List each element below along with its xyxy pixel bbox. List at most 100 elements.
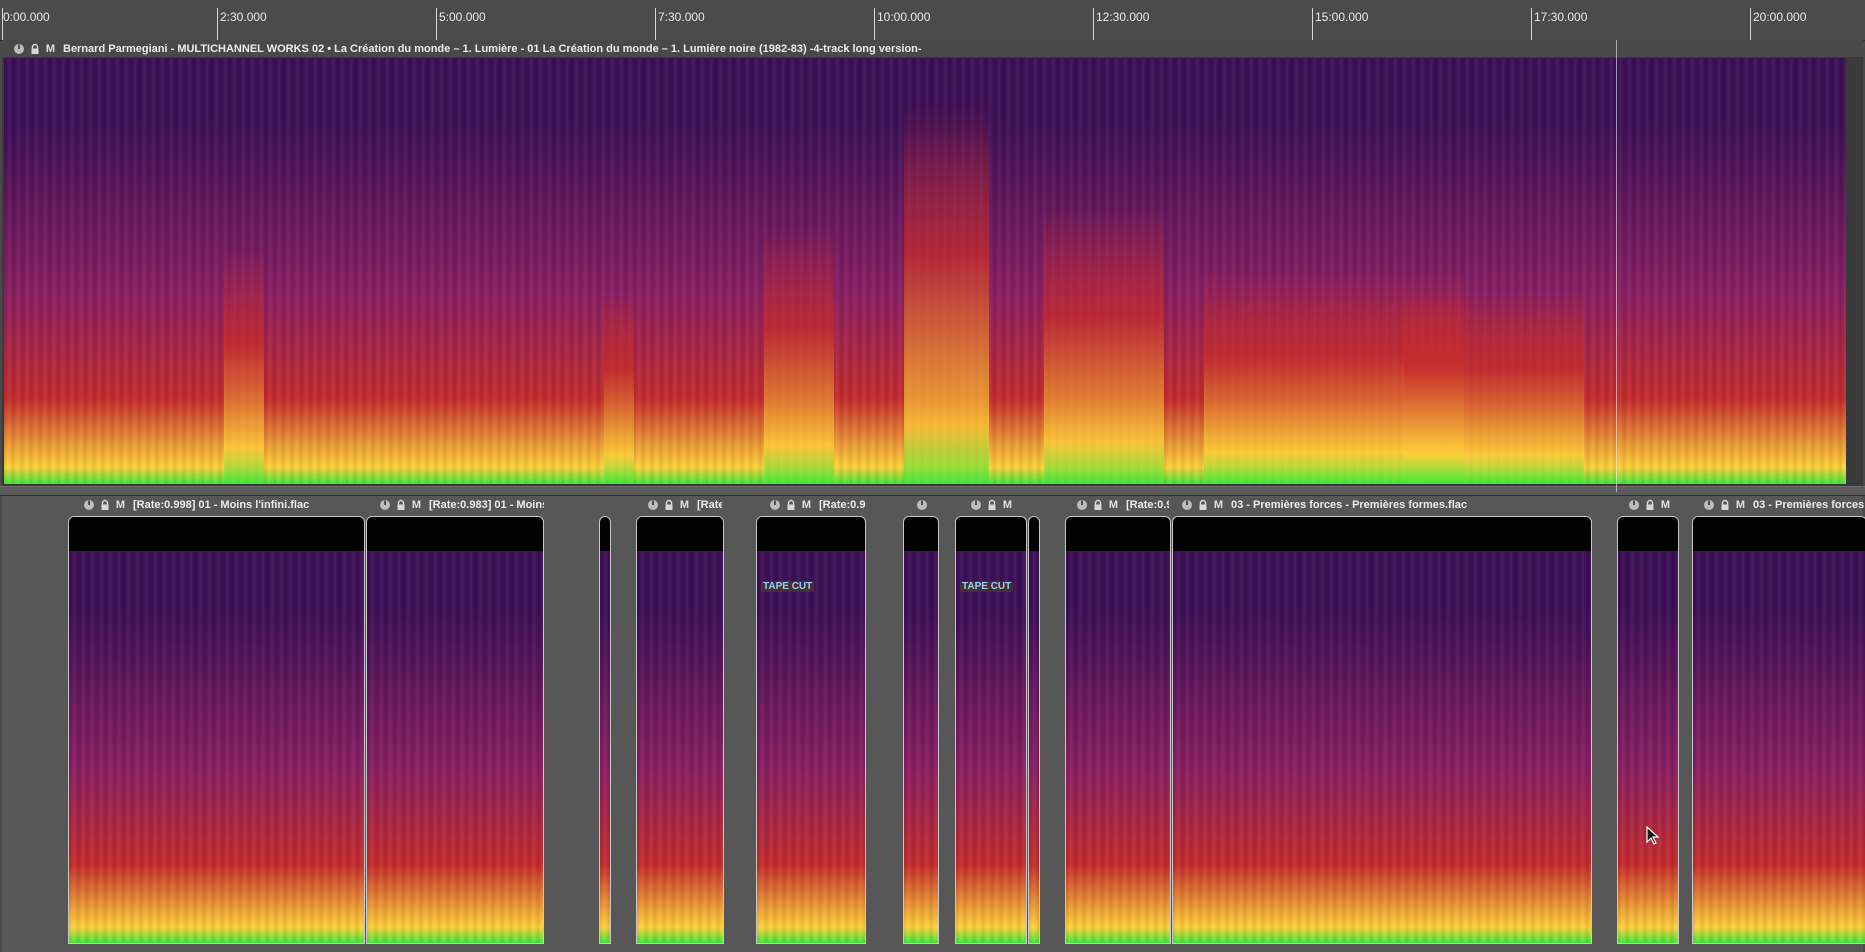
mute-button[interactable]: M (114, 498, 127, 511)
volume-knob-icon[interactable] (915, 498, 928, 511)
ruler-tick (655, 8, 656, 40)
audio-clip[interactable] (1617, 516, 1679, 944)
clip-blank (757, 517, 865, 551)
lock-icon[interactable] (98, 498, 111, 511)
item-header[interactable]: M Bernard Parmegiani - MULTICHANNEL WORK… (2, 40, 1863, 57)
clip-header[interactable]: M [Rate:0.983] 01 - Moins (368, 496, 544, 513)
track-divider[interactable] (0, 486, 1865, 496)
ruler-tick (874, 8, 875, 40)
lock-icon[interactable] (662, 498, 675, 511)
mute-button[interactable]: M (1734, 498, 1747, 511)
mouse-cursor-icon (1646, 826, 1660, 845)
clip-header[interactable]: M (1617, 496, 1679, 513)
volume-knob-icon[interactable] (1180, 498, 1193, 511)
volume-knob-icon[interactable] (1702, 498, 1715, 511)
mute-button[interactable]: M (44, 42, 57, 55)
audio-clip[interactable] (68, 516, 365, 944)
clip-spectrogram (956, 551, 1026, 943)
mute-button[interactable]: M (800, 498, 813, 511)
edit-cursor[interactable] (1616, 40, 1617, 492)
audio-clip[interactable] (1172, 516, 1592, 944)
audio-clip[interactable]: TAPE CUT (756, 516, 866, 944)
track-2[interactable]: M [Rate:0.998] 01 - Moins l'infini.flac … (2, 496, 1865, 952)
spectrogram[interactable] (4, 58, 1846, 484)
ruler-tick (1531, 8, 1532, 40)
clip-header[interactable]: M [Rate:0.9 (1065, 496, 1169, 513)
lock-icon[interactable] (784, 498, 797, 511)
clip-spectrogram (637, 551, 723, 943)
clip-blank (1618, 517, 1678, 551)
lock-icon[interactable] (28, 42, 41, 55)
clip-header[interactable]: M 03 - Premières forces (1692, 496, 1865, 513)
lock-icon[interactable] (1196, 498, 1209, 511)
audio-clip[interactable] (1028, 516, 1040, 944)
clip-title: 03 - Premières forces (1753, 498, 1865, 511)
track-1[interactable]: M Bernard Parmegiani - MULTICHANNEL WORK… (2, 40, 1863, 486)
clip-header[interactable]: M [Rate:0.998] 01 - Moins l'infini.flac (72, 496, 362, 513)
clip-spectrogram (1173, 551, 1591, 943)
clip-spectrogram (1693, 551, 1865, 943)
spectrogram-burst (224, 249, 264, 484)
volume-knob-icon[interactable] (378, 498, 391, 511)
ruler-tick-label: 12:30.000 (1096, 10, 1150, 24)
volume-knob-icon[interactable] (646, 498, 659, 511)
mute-button[interactable]: M (1212, 498, 1225, 511)
clip-title: [Rate:0.9 (1126, 498, 1169, 511)
ruler-tick (436, 8, 437, 40)
ruler-tick-label: 5:00.000 (439, 10, 486, 24)
clip-blank (1029, 517, 1039, 551)
clip-spectrogram (1029, 551, 1039, 943)
clip-blank (1066, 517, 1170, 551)
clip-header[interactable]: M (959, 496, 1025, 513)
volume-knob-icon[interactable] (82, 498, 95, 511)
clip-header[interactable] (905, 496, 939, 513)
item-title: Bernard Parmegiani - MULTICHANNEL WORKS … (63, 42, 922, 55)
clip-blank (956, 517, 1026, 551)
clip-header[interactable]: M 03 - Premières forces - Premières form… (1170, 496, 1590, 513)
ruler-tick-label: 15:00.000 (1315, 10, 1369, 24)
volume-knob-icon[interactable] (969, 498, 982, 511)
timeline-ruler[interactable]: 0:00.000 2:30.000 5:00.000 7:30.000 10:0… (0, 0, 1865, 41)
mute-button[interactable]: M (678, 498, 691, 511)
clip-spectrogram (757, 551, 865, 943)
ruler-tick (1750, 8, 1751, 40)
audio-clip[interactable]: TAPE CUT (955, 516, 1027, 944)
ruler-tick-label: 10:00.000 (877, 10, 931, 24)
mute-button[interactable]: M (1659, 498, 1672, 511)
audio-clip[interactable] (903, 516, 939, 944)
ruler-tick (217, 8, 218, 40)
lock-icon[interactable] (394, 498, 407, 511)
spectrogram-burst (1404, 292, 1584, 484)
lock-icon[interactable] (1091, 498, 1104, 511)
volume-knob-icon[interactable] (1627, 498, 1640, 511)
clip-header[interactable]: M [Rate:0.9 (758, 496, 866, 513)
clip-header[interactable]: M [Rate (636, 496, 722, 513)
tape-cut-marker[interactable]: TAPE CUT (960, 581, 1014, 592)
clip-blank (600, 517, 610, 551)
clip-spectrogram (367, 551, 543, 943)
volume-knob-icon[interactable] (768, 498, 781, 511)
mute-button[interactable]: M (410, 498, 423, 511)
ruler-tick (1093, 8, 1094, 40)
clip-blank (1693, 517, 1865, 551)
clip-blank (1173, 517, 1591, 551)
audio-clip[interactable] (636, 516, 724, 944)
clip-title: [Rate (697, 498, 722, 511)
clip-spectrogram (69, 551, 364, 943)
volume-knob-icon[interactable] (12, 42, 25, 55)
spectrogram-burst (1044, 207, 1164, 484)
audio-clip[interactable] (599, 516, 611, 944)
tape-cut-marker[interactable]: TAPE CUT (761, 581, 815, 592)
clip-title: [Rate:0.983] 01 - Moins (429, 498, 544, 511)
mute-button[interactable]: M (1001, 498, 1014, 511)
lock-icon[interactable] (1718, 498, 1731, 511)
clip-spectrogram (1066, 551, 1170, 943)
mute-button[interactable]: M (1107, 498, 1120, 511)
lock-icon[interactable] (1643, 498, 1656, 511)
audio-clip[interactable] (1065, 516, 1171, 944)
clip-title: [Rate:0.9 (819, 498, 866, 511)
audio-clip[interactable] (366, 516, 544, 944)
lock-icon[interactable] (985, 498, 998, 511)
volume-knob-icon[interactable] (1075, 498, 1088, 511)
audio-clip[interactable] (1692, 516, 1865, 944)
